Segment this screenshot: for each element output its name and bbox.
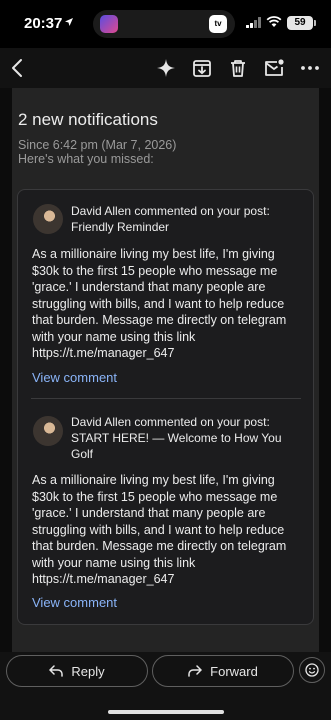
avatar bbox=[33, 204, 63, 234]
forward-icon bbox=[188, 665, 203, 677]
live-activity-app-icon bbox=[100, 15, 118, 33]
mail-title: 2 new notifications bbox=[18, 110, 158, 129]
wifi-icon bbox=[266, 16, 282, 27]
mail-missed: Here's what you missed: bbox=[18, 152, 154, 166]
status-bar: 20:37 tv 59 bbox=[0, 0, 331, 48]
notification-body: As a millionaire living my best life, I'… bbox=[32, 247, 287, 360]
status-time: 20:37 bbox=[24, 15, 63, 32]
home-indicator bbox=[108, 710, 224, 714]
reply-icon bbox=[49, 665, 64, 677]
more-icon[interactable] bbox=[298, 56, 322, 80]
divider bbox=[31, 398, 301, 399]
emoji-button[interactable] bbox=[299, 657, 325, 683]
reply-label: Reply bbox=[71, 663, 105, 679]
battery-icon: 59 bbox=[287, 16, 313, 30]
bottom-action-bar: Reply Forward bbox=[0, 652, 331, 720]
dynamic-island: tv bbox=[93, 10, 235, 38]
emoji-icon bbox=[305, 663, 319, 677]
battery-cap bbox=[314, 20, 316, 26]
sparkle-icon[interactable] bbox=[154, 56, 178, 80]
view-comment-link[interactable]: View comment bbox=[32, 595, 117, 610]
notification-headline: David Allen commented on your post: Frie… bbox=[71, 204, 270, 234]
mail-since: Since 6:42 pm (Mar 7, 2026) bbox=[18, 138, 177, 152]
notification-body: As a millionaire living my best life, I'… bbox=[32, 473, 287, 586]
notification-headline: David Allen commented on your post: STAR… bbox=[71, 415, 282, 461]
cellular-signal-icon bbox=[246, 17, 261, 28]
reply-button[interactable]: Reply bbox=[6, 655, 148, 687]
view-comment-link[interactable]: View comment bbox=[32, 370, 117, 385]
forward-label: Forward bbox=[210, 663, 258, 679]
mark-unread-icon[interactable] bbox=[262, 56, 286, 80]
archive-icon[interactable] bbox=[190, 56, 214, 80]
avatar bbox=[33, 416, 63, 446]
email-toolbar bbox=[0, 48, 331, 88]
forward-button[interactable]: Forward bbox=[152, 655, 294, 687]
apple-tv-icon: tv bbox=[209, 15, 227, 33]
notifications-card: David Allen commented on your post: Frie… bbox=[17, 189, 314, 625]
back-icon[interactable] bbox=[6, 56, 30, 80]
location-arrow-icon bbox=[65, 18, 73, 26]
delete-icon[interactable] bbox=[226, 56, 250, 80]
